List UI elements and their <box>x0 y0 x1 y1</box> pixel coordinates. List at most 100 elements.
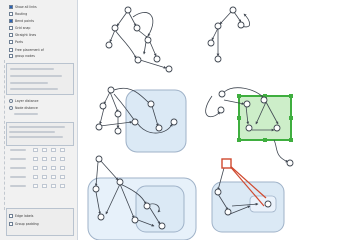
graph-node[interactable] <box>214 22 222 30</box>
option-straight-lines[interactable]: Straight lines <box>9 33 36 37</box>
edge[interactable] <box>103 91 111 105</box>
option-routing[interactable]: Routing <box>9 12 27 16</box>
graph-node[interactable] <box>114 127 122 135</box>
edge[interactable] <box>211 27 219 41</box>
graph-node[interactable] <box>218 90 226 98</box>
grid-cell[interactable] <box>60 175 65 179</box>
graph-node[interactable] <box>165 65 173 73</box>
grid-cell[interactable] <box>60 148 65 152</box>
graph-node[interactable] <box>286 159 294 167</box>
graph-node[interactable] <box>111 24 119 32</box>
radio-layer-distance[interactable]: Layer distance <box>9 99 38 103</box>
grid-cell[interactable] <box>60 157 65 161</box>
edge[interactable] <box>132 12 154 37</box>
option-grid-snap[interactable]: Grid snap <box>9 26 30 30</box>
checkbox[interactable] <box>9 222 13 226</box>
graph-node[interactable] <box>124 6 132 14</box>
grid-cell[interactable] <box>60 166 65 170</box>
graph-node[interactable] <box>224 208 232 216</box>
graph-node[interactable] <box>95 123 103 131</box>
grid-cell[interactable] <box>33 184 38 188</box>
resize-handle[interactable] <box>237 116 241 120</box>
graph-node[interactable] <box>155 124 163 132</box>
checkbox[interactable] <box>9 19 13 23</box>
option-ports[interactable]: Ports <box>9 40 23 44</box>
graph-node[interactable] <box>243 100 251 108</box>
graph-node[interactable] <box>260 96 268 104</box>
resize-handle[interactable] <box>237 138 241 142</box>
resize-handle[interactable] <box>289 116 293 120</box>
option-free-placement[interactable]: Free placement of <box>9 48 44 52</box>
option-show-all-links[interactable]: Show all links <box>9 5 37 9</box>
grid-cell[interactable] <box>42 166 47 170</box>
graph-node[interactable] <box>207 39 215 47</box>
grid-cell[interactable] <box>33 175 38 179</box>
edge[interactable] <box>99 159 119 181</box>
edge[interactable] <box>116 11 128 27</box>
graph-node[interactable] <box>107 86 115 94</box>
option-group-nodes[interactable]: group nodes <box>9 54 35 58</box>
checkbox[interactable] <box>9 214 13 218</box>
grid-cell[interactable] <box>51 148 56 152</box>
graph-node[interactable] <box>245 124 253 132</box>
edge[interactable] <box>128 12 137 27</box>
graph-node[interactable] <box>134 56 142 64</box>
graph-node[interactable] <box>131 118 139 126</box>
graph-node[interactable] <box>170 118 178 126</box>
grid-cell[interactable] <box>33 157 38 161</box>
grid-cell[interactable] <box>51 157 56 161</box>
grid-cell[interactable] <box>51 175 56 179</box>
edge[interactable] <box>143 41 147 55</box>
graph-node[interactable] <box>116 178 124 186</box>
option-group-padding[interactable]: Group padding <box>9 222 39 226</box>
graph-node[interactable] <box>143 202 151 210</box>
graph-node[interactable] <box>214 188 222 196</box>
checkbox[interactable] <box>9 12 13 16</box>
radio-button[interactable] <box>9 99 13 103</box>
radio-button[interactable] <box>9 106 13 110</box>
grid-cell[interactable] <box>60 184 65 188</box>
graph-node[interactable] <box>147 100 155 108</box>
checkbox[interactable] <box>9 5 13 9</box>
graph-node[interactable] <box>214 55 222 63</box>
grid-cell[interactable] <box>51 184 56 188</box>
checkbox[interactable] <box>9 26 13 30</box>
edge[interactable] <box>205 95 221 118</box>
checkbox[interactable] <box>9 54 13 58</box>
resize-handle[interactable] <box>263 138 267 142</box>
graph-node[interactable] <box>133 24 141 32</box>
edge[interactable] <box>273 139 289 163</box>
graph-node[interactable] <box>95 155 103 163</box>
selected-node[interactable] <box>221 158 232 169</box>
graph-node[interactable] <box>105 41 113 49</box>
edge[interactable] <box>139 59 167 69</box>
checkbox[interactable] <box>9 33 13 37</box>
grid-cell[interactable] <box>33 166 38 170</box>
option-bend-points[interactable]: Bend points <box>9 19 34 23</box>
graph-node[interactable] <box>97 213 105 221</box>
graph-node[interactable] <box>99 102 107 110</box>
checkbox[interactable] <box>9 48 13 52</box>
edge[interactable] <box>219 11 232 25</box>
checkbox[interactable] <box>9 40 13 44</box>
graph-canvas[interactable] <box>78 0 360 240</box>
edge[interactable] <box>233 11 242 23</box>
resize-handle[interactable] <box>289 138 293 142</box>
graph-node[interactable] <box>131 216 139 224</box>
graph-node[interactable] <box>229 6 237 14</box>
edge[interactable] <box>114 29 137 59</box>
resize-handle[interactable] <box>289 94 293 98</box>
grid-cell[interactable] <box>33 148 38 152</box>
radio-node-distance[interactable]: Node distance <box>9 106 38 110</box>
grid-cell[interactable] <box>42 157 47 161</box>
graph-node[interactable] <box>114 110 122 118</box>
graph-node[interactable] <box>273 124 281 132</box>
grid-cell[interactable] <box>42 148 47 152</box>
graph-node[interactable] <box>153 55 161 63</box>
edge[interactable] <box>149 41 157 57</box>
grid-cell[interactable] <box>42 184 47 188</box>
graph-node[interactable] <box>264 200 272 208</box>
edge[interactable] <box>137 29 149 39</box>
resize-handle[interactable] <box>237 94 241 98</box>
edge[interactable] <box>109 29 116 43</box>
